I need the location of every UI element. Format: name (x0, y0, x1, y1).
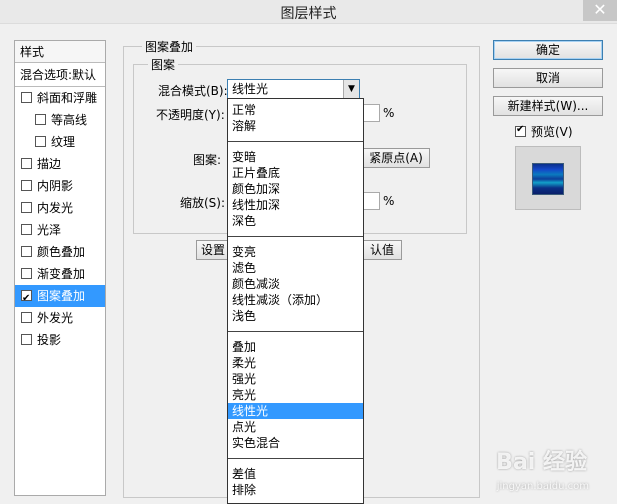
style-item-label: 外发光 (37, 311, 74, 325)
dropdown-separator (228, 236, 363, 237)
blend-mode-option[interactable]: 实色混合 (228, 435, 363, 451)
blend-mode-option[interactable]: 叠加 (228, 339, 363, 355)
reset-default-button[interactable]: 认值 (362, 240, 402, 260)
pattern-subgroup-title: 图案 (148, 56, 179, 73)
style-item-checkbox[interactable] (35, 114, 46, 125)
dropdown-separator (228, 141, 363, 142)
blend-mode-option[interactable]: 排除 (228, 482, 363, 498)
pattern-label: 图案: (193, 153, 222, 167)
style-item-checkbox[interactable] (21, 92, 32, 103)
scale-label: 缩放(S): (180, 196, 226, 210)
style-item-checkbox[interactable] (21, 312, 32, 323)
style-item-label: 颜色叠加 (37, 245, 86, 259)
blend-mode-option[interactable]: 滤色 (228, 260, 363, 276)
blend-mode-option[interactable]: 溶解 (228, 118, 363, 134)
style-item-checkbox[interactable] (21, 202, 32, 213)
blend-mode-option[interactable]: 亮光 (228, 387, 363, 403)
close-button[interactable]: ✕ (583, 0, 617, 21)
blend-mode-dropdown: 正常 溶解变暗 正片叠底 颜色加深 线性加深 深色变亮 滤色 颜色减淡 线性减淡（添加） 浅色叠加… (227, 98, 364, 504)
blend-mode-option[interactable]: 差值 (228, 466, 363, 482)
blend-mode-option[interactable]: 强光 (228, 371, 363, 387)
blend-mode-option[interactable]: 变亮 (228, 244, 363, 260)
blend-mode-label: 混合模式(B): (158, 84, 228, 98)
snap-origin-button[interactable]: 紧原点(A) (362, 148, 430, 168)
preview-checkbox[interactable]: 预览(V) (515, 123, 573, 140)
blend-mode-option[interactable]: 正常 (228, 102, 363, 118)
pattern-overlay-title: 图案叠加 (142, 38, 197, 55)
blend-mode-option[interactable]: 线性光 (228, 403, 363, 419)
blend-mode-select[interactable]: 线性光 ▼ (227, 79, 360, 99)
style-item[interactable]: 纹理 (15, 131, 105, 153)
blend-mode-option[interactable]: 线性减淡（添加） (228, 292, 363, 308)
style-item-label: 内阴影 (37, 179, 74, 193)
style-item-label: 描边 (37, 157, 62, 171)
title-bar: 图层样式 ✕ (0, 0, 617, 24)
blend-mode-option[interactable]: 颜色减淡 (228, 276, 363, 292)
style-item[interactable]: 描边 (15, 153, 105, 175)
style-item[interactable]: 颜色叠加 (15, 241, 105, 263)
style-item-label: 图案叠加 (37, 289, 86, 303)
style-item-label: 渐变叠加 (37, 267, 86, 281)
blend-mode-option[interactable]: 颜色加深 (228, 181, 363, 197)
blend-mode-option[interactable]: 深色 (228, 213, 363, 229)
style-item[interactable]: 外发光 (15, 307, 105, 329)
blend-mode-option[interactable]: 浅色 (228, 308, 363, 324)
dropdown-separator (228, 458, 363, 459)
opacity-unit: % (383, 106, 395, 120)
style-item[interactable]: 图案叠加 (15, 285, 105, 310)
style-item-label: 内发光 (37, 201, 74, 215)
blend-mode-value: 线性光 (232, 82, 269, 96)
opacity-input[interactable] (362, 104, 380, 122)
chevron-down-icon[interactable]: ▼ (343, 80, 359, 98)
watermark-url: jingyan.baidu.com (496, 481, 589, 492)
scale-unit: % (383, 194, 395, 208)
style-item-checkbox[interactable] (21, 180, 32, 191)
style-preview (515, 146, 581, 210)
preview-check-icon[interactable] (515, 124, 526, 137)
blend-mode-option[interactable]: 线性加深 (228, 197, 363, 213)
scale-input[interactable] (362, 192, 380, 210)
style-item-checkbox[interactable] (21, 224, 32, 235)
style-items: 斜面和浮雕等高线纹理描边内阴影内发光光泽颜色叠加渐变叠加图案叠加外发光投影 (15, 87, 105, 351)
style-item-label: 纹理 (51, 135, 76, 149)
blend-mode-option[interactable]: 点光 (228, 419, 363, 435)
blend-mode-option[interactable]: 柔光 (228, 355, 363, 371)
style-list: 样式 混合选项:默认 斜面和浮雕等高线纹理描边内阴影内发光光泽颜色叠加渐变叠加图… (14, 40, 106, 496)
style-item-checkbox[interactable] (21, 268, 32, 279)
style-item[interactable]: 内发光 (15, 197, 105, 219)
dropdown-separator (228, 331, 363, 332)
preview-swatch (532, 163, 564, 195)
blend-options-item[interactable]: 混合选项:默认 (15, 63, 105, 87)
style-item-checkbox[interactable] (35, 136, 46, 147)
window-title: 图层样式 (280, 6, 337, 22)
style-item-checkbox[interactable] (21, 246, 32, 257)
style-item[interactable]: 渐变叠加 (15, 263, 105, 285)
style-item-label: 投影 (37, 333, 62, 347)
style-item[interactable]: 等高线 (15, 109, 105, 131)
new-style-button[interactable]: 新建样式(W)... (493, 96, 603, 116)
set-default-button[interactable]: 设置 (196, 240, 230, 260)
style-item-checkbox[interactable] (21, 158, 32, 169)
ok-button[interactable]: 确定 (493, 40, 603, 60)
style-list-header[interactable]: 样式 (15, 41, 105, 63)
style-item-checkbox[interactable] (21, 288, 32, 310)
opacity-label: 不透明度(Y): (156, 108, 225, 122)
style-item-label: 斜面和浮雕 (37, 91, 98, 105)
blend-mode-option[interactable]: 正片叠底 (228, 165, 363, 181)
style-item[interactable]: 斜面和浮雕 (15, 87, 105, 109)
style-item[interactable]: 光泽 (15, 219, 105, 241)
style-item[interactable]: 内阴影 (15, 175, 105, 197)
blend-mode-option[interactable]: 变暗 (228, 149, 363, 165)
watermark-logo: Bai 经验 (496, 450, 587, 475)
style-item-label: 光泽 (37, 223, 62, 237)
style-item[interactable]: 投影 (15, 329, 105, 351)
cancel-button[interactable]: 取消 (493, 68, 603, 88)
style-item-label: 等高线 (51, 113, 88, 127)
style-item-checkbox[interactable] (21, 334, 32, 345)
preview-label: 预览(V) (531, 125, 573, 139)
